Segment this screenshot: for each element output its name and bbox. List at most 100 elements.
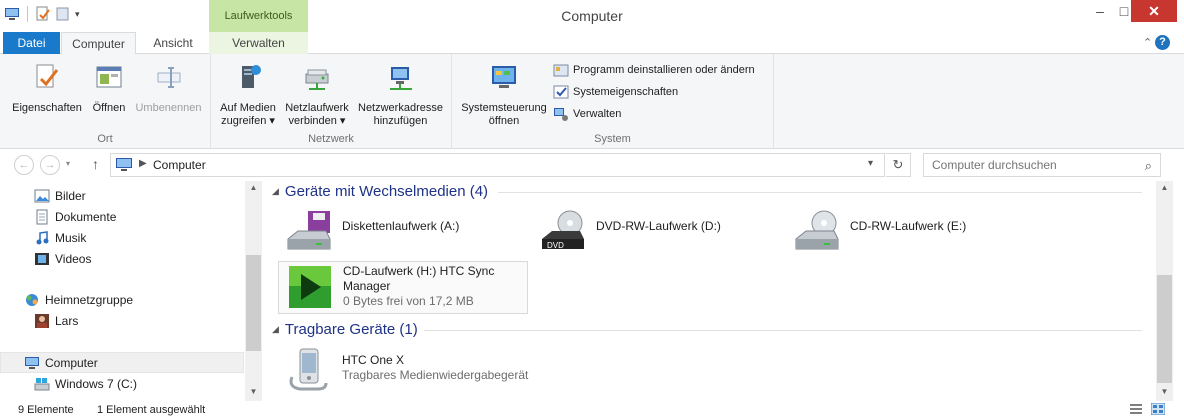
manage-icon xyxy=(554,108,568,121)
properties-button[interactable]: Eigenschaften xyxy=(8,62,86,115)
quick-access-toolbar: ▾ xyxy=(4,6,80,22)
qat-divider xyxy=(27,6,28,22)
close-button[interactable]: ✕ xyxy=(1131,0,1177,22)
address-bar[interactable]: ▶ Computer ▾ xyxy=(110,153,885,177)
pictures-icon xyxy=(34,189,50,202)
search-icon[interactable]: ⌕ xyxy=(1145,158,1152,174)
selection-count: 1 Element ausgewählt xyxy=(97,404,206,416)
tab-view[interactable]: Ansicht xyxy=(137,32,209,54)
map-network-drive-button[interactable]: Netzlaufwerk verbinden ▾ xyxy=(281,62,353,128)
drive-name: CD-RW-Laufwerk (E:) xyxy=(850,219,967,233)
computer-icon[interactable] xyxy=(4,6,20,22)
drive-icon xyxy=(34,377,50,390)
nav-label: Musik xyxy=(55,230,87,245)
drive-cd-h-htc[interactable]: CD-Laufwerk (H:) HTC Sync Manager 0 Byte… xyxy=(278,261,528,314)
refresh-button[interactable]: ↻ xyxy=(886,153,911,177)
music-icon xyxy=(36,230,49,244)
scroll-down-icon[interactable]: ▼ xyxy=(245,387,262,396)
nav-item-homegroup[interactable]: Heimnetzgruppe xyxy=(0,289,244,310)
device-type: Tragbares Medienwiedergabegerät xyxy=(342,368,529,382)
content-scrollbar[interactable]: ▲ ▼ xyxy=(1156,181,1173,401)
nav-label: Videos xyxy=(55,251,92,266)
group-label-netzwerk: Netzwerk xyxy=(308,133,354,145)
add-network-location-button[interactable]: Netzwerkadresse hinzufügen xyxy=(353,62,448,128)
new-folder-icon[interactable] xyxy=(55,6,71,22)
nav-item-documents[interactable]: Dokumente xyxy=(0,206,244,227)
portable-section-header[interactable]: ◢ Tragbare Geräte (1) xyxy=(272,321,432,338)
uninstall-icon xyxy=(553,64,569,77)
up-arrow-icon[interactable]: ↑ xyxy=(92,156,99,172)
drive-name-block: CD-Laufwerk (H:) HTC Sync Manager 0 Byte… xyxy=(343,264,494,309)
media-player-icon xyxy=(289,348,328,391)
group-label-system: System xyxy=(594,133,631,145)
collapse-chevron-icon[interactable]: ◢ xyxy=(272,324,279,335)
drive-dvd-d[interactable]: DVD DVD-RW-Laufwerk (D:) xyxy=(532,207,782,257)
nav-item-videos[interactable]: Videos xyxy=(0,248,244,269)
scroll-down-icon[interactable]: ▼ xyxy=(1156,387,1173,396)
computer-icon xyxy=(116,158,132,171)
system-properties-icon xyxy=(553,85,569,99)
drive-name: Diskettenlaufwerk (A:) xyxy=(342,219,460,233)
manage-button[interactable]: Verwalten xyxy=(553,106,621,122)
content-scroll-thumb[interactable] xyxy=(1157,275,1172,383)
tab-file[interactable]: Datei xyxy=(3,32,60,54)
map-drive-label-1: Netzlaufwerk xyxy=(285,102,349,114)
group-label-ort: Ort xyxy=(97,133,113,145)
documents-icon xyxy=(36,209,48,224)
system-properties-button[interactable]: Systemeigenschaften xyxy=(553,84,678,100)
search-box[interactable]: ⌕ xyxy=(923,153,1161,177)
rename-button[interactable]: Umbenennen xyxy=(131,62,206,115)
removable-section-title: Geräte mit Wechselmedien (4) xyxy=(284,183,489,200)
nav-item-computer[interactable]: Computer xyxy=(0,352,244,373)
drive-name-line-1: CD-Laufwerk (H:) HTC Sync xyxy=(343,264,495,278)
drive-cd-e[interactable]: CD-RW-Laufwerk (E:) xyxy=(786,207,1036,257)
control-panel-button[interactable]: Systemsteuerung öffnen xyxy=(456,62,552,128)
breadcrumb-separator-icon[interactable]: ▶ xyxy=(139,158,147,169)
address-dropdown-icon[interactable]: ▾ xyxy=(868,158,873,169)
large-icons-view-icon[interactable] xyxy=(1151,403,1165,415)
access-media-label-2: zugreifen ▾ xyxy=(221,115,275,127)
user-icon xyxy=(35,313,49,328)
search-input[interactable] xyxy=(930,155,1130,175)
open-button[interactable]: Öffnen xyxy=(88,62,130,115)
removable-section-header[interactable]: ◢ Geräte mit Wechselmedien (4) xyxy=(272,183,508,200)
drive-free-space: 0 Bytes frei von 17,2 MB xyxy=(343,294,474,308)
portable-device-htc[interactable]: HTC One X Tragbares Medienwiedergabegerä… xyxy=(278,345,538,397)
scroll-up-icon[interactable]: ▲ xyxy=(245,183,262,192)
system-properties-label: Systemeigenschaften xyxy=(573,86,679,98)
navigation-bar: ← → ▾ ↑ ▶ Computer ▾ ↻ ⌕ xyxy=(0,149,1184,181)
collapse-chevron-icon[interactable]: ◢ xyxy=(272,186,279,197)
scroll-up-icon[interactable]: ▲ xyxy=(1156,183,1173,192)
help-icon[interactable]: ? xyxy=(1155,35,1170,50)
device-name: HTC One X xyxy=(342,353,405,367)
tab-manage[interactable]: Verwalten xyxy=(209,32,308,54)
access-media-button[interactable]: Auf Medien zugreifen ▾ xyxy=(215,62,281,128)
nav-item-user[interactable]: Lars xyxy=(0,310,244,331)
nav-scrollbar[interactable]: ▲ ▼ xyxy=(245,181,262,401)
collapse-ribbon-icon[interactable]: ⌃ xyxy=(1143,36,1152,49)
forward-button[interactable]: → xyxy=(40,155,60,175)
access-media-label-1: Auf Medien xyxy=(220,102,276,114)
nav-item-music[interactable]: Musik xyxy=(0,227,244,248)
ribbon-tabs: Datei Computer Ansicht Verwalten ⌃ ? xyxy=(0,32,1184,55)
uninstall-program-button[interactable]: Programm deinstallieren oder ändern xyxy=(553,62,755,78)
section-divider xyxy=(424,330,1142,331)
tab-computer[interactable]: Computer xyxy=(61,32,136,55)
properties-icon[interactable] xyxy=(35,6,51,22)
dvd-drive-icon: DVD xyxy=(542,210,584,250)
nav-scroll-thumb[interactable] xyxy=(246,255,261,351)
computer-icon xyxy=(25,356,39,369)
breadcrumb-computer[interactable]: Computer xyxy=(153,158,206,172)
recent-locations-icon[interactable]: ▾ xyxy=(66,159,70,168)
nav-label: Bilder xyxy=(55,188,86,203)
details-view-icon[interactable] xyxy=(1129,403,1143,415)
nav-item-pictures[interactable]: Bilder xyxy=(0,185,244,206)
drive-floppy-a[interactable]: Diskettenlaufwerk (A:) xyxy=(278,207,528,257)
add-network-label-1: Netzwerkadresse xyxy=(358,102,443,114)
nav-label: Heimnetzgruppe xyxy=(45,292,134,307)
customize-qat-icon[interactable]: ▾ xyxy=(75,9,80,20)
back-button[interactable]: ← xyxy=(14,155,34,175)
videos-icon xyxy=(35,252,49,265)
portable-section-title: Tragbare Geräte (1) xyxy=(284,321,418,338)
nav-item-drive-c[interactable]: Windows 7 (C:) xyxy=(0,373,244,394)
